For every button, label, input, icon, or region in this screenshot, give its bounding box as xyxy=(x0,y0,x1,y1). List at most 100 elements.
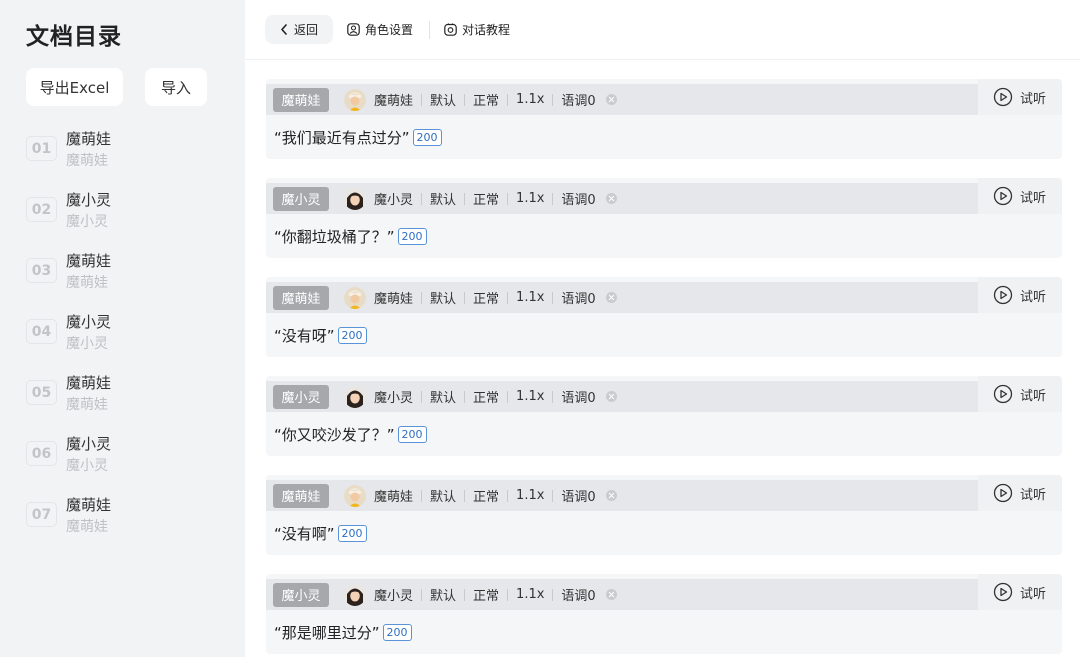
voice-speed[interactable]: 1.1x xyxy=(516,488,544,503)
dialog-text[interactable]: “没有啊” xyxy=(274,523,335,544)
role-tag[interactable]: 魔小灵 xyxy=(273,186,329,211)
doc-item-number: 06 xyxy=(26,441,57,466)
voice-pitch[interactable]: 语调0 xyxy=(561,486,595,505)
preview-button[interactable]: 试听 xyxy=(978,574,1062,610)
preview-button[interactable]: 试听 xyxy=(978,475,1062,511)
doc-item-name: 魔萌娃 xyxy=(66,130,112,148)
doc-item-01[interactable]: 01 魔萌娃 魔萌娃 xyxy=(26,128,245,189)
preview-button[interactable]: 试听 xyxy=(978,376,1062,412)
dialog-card: 魔萌娃 魔萌娃 默认 正常 1.1x 语调0 试听 xyxy=(266,277,1062,357)
divider xyxy=(464,390,466,403)
dialog-text[interactable]: “没有呀” xyxy=(274,325,335,346)
dialog-text[interactable]: “你翻垃圾桶了？” xyxy=(274,226,395,247)
voice-name[interactable]: 魔小灵 xyxy=(374,189,413,208)
voice-pitch[interactable]: 语调0 xyxy=(561,189,595,208)
role-settings-button[interactable]: 角色设置 xyxy=(347,21,413,38)
voice-mood[interactable]: 正常 xyxy=(473,585,499,604)
divider xyxy=(421,192,423,205)
voice-style[interactable]: 默认 xyxy=(430,288,456,307)
voice-name[interactable]: 魔萌娃 xyxy=(374,486,413,505)
close-icon[interactable] xyxy=(605,391,617,402)
preview-label: 试听 xyxy=(1020,190,1047,206)
voice-speed[interactable]: 1.1x xyxy=(516,191,544,206)
avatar xyxy=(344,88,366,111)
voice-mood[interactable]: 正常 xyxy=(473,486,499,505)
voice-mood[interactable]: 正常 xyxy=(473,90,499,109)
role-tag[interactable]: 魔萌娃 xyxy=(273,285,329,310)
back-button[interactable]: 返回 xyxy=(265,15,333,44)
voice-style[interactable]: 默认 xyxy=(430,189,456,208)
voice-name[interactable]: 魔小灵 xyxy=(374,585,413,604)
voice-style[interactable]: 默认 xyxy=(430,90,456,109)
voice-name[interactable]: 魔萌娃 xyxy=(374,90,413,109)
dialog-card-header: 魔萌娃 魔萌娃 默认 正常 1.1x 语调0 xyxy=(266,84,995,115)
close-icon[interactable] xyxy=(605,94,617,105)
role-tag[interactable]: 魔萌娃 xyxy=(273,87,329,112)
voice-pitch[interactable]: 语调0 xyxy=(561,90,595,109)
divider xyxy=(552,93,554,106)
sidebar-actions: 导出Excel 导入 xyxy=(26,68,245,106)
voice-mood[interactable]: 正常 xyxy=(473,387,499,406)
doc-item-06[interactable]: 06 魔小灵 魔小灵 xyxy=(26,433,245,494)
avatar xyxy=(344,484,366,507)
voice-mood[interactable]: 正常 xyxy=(473,189,499,208)
doc-item-03[interactable]: 03 魔萌娃 魔萌娃 xyxy=(26,250,245,311)
role-tag[interactable]: 魔小灵 xyxy=(273,384,329,409)
divider xyxy=(552,588,554,601)
dialog-text[interactable]: “我们最近有点过分” xyxy=(274,127,410,148)
close-icon[interactable] xyxy=(605,589,617,600)
voice-pitch[interactable]: 语调0 xyxy=(561,288,595,307)
doc-item-05[interactable]: 05 魔萌娃 魔萌娃 xyxy=(26,372,245,433)
doc-item-number: 03 xyxy=(26,258,57,283)
voice-name[interactable]: 魔萌娃 xyxy=(374,288,413,307)
dialog-card-header: 魔小灵 魔小灵 默认 正常 1.1x 语调0 xyxy=(266,381,995,412)
play-circle-icon xyxy=(993,186,1020,206)
avatar xyxy=(344,385,366,408)
doc-item-07[interactable]: 07 魔萌娃 魔萌娃 xyxy=(26,494,245,555)
dialog-text[interactable]: “你又咬沙发了？” xyxy=(274,424,395,445)
divider xyxy=(507,588,509,601)
voice-mood[interactable]: 正常 xyxy=(473,288,499,307)
doc-list: 01 魔萌娃 魔萌娃 02 魔小灵 魔小灵 03 魔萌娃 魔萌娃 04 魔小灵 魔小灵 … xyxy=(26,128,245,555)
doc-item-name: 魔小灵 xyxy=(66,191,112,209)
doc-item-04[interactable]: 04 魔小灵 魔小灵 xyxy=(26,311,245,372)
voice-speed[interactable]: 1.1x xyxy=(516,389,544,404)
dialog-text-row: “没有啊” 200 xyxy=(266,511,1062,555)
close-icon[interactable] xyxy=(605,193,617,204)
dialog-text[interactable]: “那是哪里过分” xyxy=(274,622,380,643)
preview-button[interactable]: 试听 xyxy=(978,277,1062,313)
voice-settings: 魔萌娃 默认 正常 1.1x 语调0 xyxy=(374,486,617,505)
doc-item-name: 魔萌娃 xyxy=(66,496,112,514)
role-tag[interactable]: 魔萌娃 xyxy=(273,483,329,508)
preview-button[interactable]: 试听 xyxy=(978,79,1062,115)
play-circle-icon xyxy=(993,87,1020,107)
close-icon[interactable] xyxy=(605,292,617,303)
sidebar-title: 文档目录 xyxy=(26,24,122,50)
dialog-tutorial-button[interactable]: 对话教程 xyxy=(444,21,510,38)
dialog-text-row: “我们最近有点过分” 200 xyxy=(266,115,1062,159)
voice-style[interactable]: 默认 xyxy=(430,387,456,406)
import-button[interactable]: 导入 xyxy=(145,68,207,106)
voice-speed[interactable]: 1.1x xyxy=(516,587,544,602)
play-circle-icon xyxy=(993,384,1020,404)
char-count-badge: 200 xyxy=(337,524,367,542)
divider xyxy=(464,291,466,304)
char-count-badge: 200 xyxy=(337,326,367,344)
voice-pitch[interactable]: 语调0 xyxy=(561,585,595,604)
voice-style[interactable]: 默认 xyxy=(430,585,456,604)
divider xyxy=(421,489,423,502)
close-icon[interactable] xyxy=(605,490,617,501)
voice-speed[interactable]: 1.1x xyxy=(516,92,544,107)
voice-pitch[interactable]: 语调0 xyxy=(561,387,595,406)
divider xyxy=(507,192,509,205)
char-count-badge: 200 xyxy=(412,128,442,146)
doc-item-02[interactable]: 02 魔小灵 魔小灵 xyxy=(26,189,245,250)
preview-button[interactable]: 试听 xyxy=(978,178,1062,214)
divider xyxy=(464,192,466,205)
export-excel-button[interactable]: 导出Excel xyxy=(26,68,123,106)
role-tag[interactable]: 魔小灵 xyxy=(273,582,329,607)
voice-style[interactable]: 默认 xyxy=(430,486,456,505)
voice-speed[interactable]: 1.1x xyxy=(516,290,544,305)
divider xyxy=(552,291,554,304)
voice-name[interactable]: 魔小灵 xyxy=(374,387,413,406)
